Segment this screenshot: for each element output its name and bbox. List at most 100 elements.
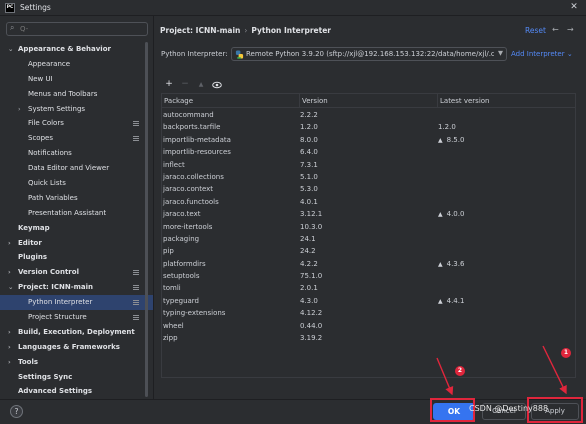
sidebar-item-languages-frameworks[interactable]: › Languages & Frameworks (0, 340, 153, 355)
sidebar-item-plugins[interactable]: Plugins (0, 250, 153, 265)
package-name-cell: inflect (163, 160, 185, 169)
table-row[interactable]: jaraco.context 5.3.0 (162, 183, 575, 195)
column-header-version[interactable]: Version (299, 94, 437, 108)
table-row[interactable]: typing-extensions 4.12.2 (162, 307, 575, 319)
sidebar-item-project-structure[interactable]: Project Structure (0, 310, 153, 325)
project-level-settings-icon (133, 121, 139, 127)
package-latest-version-cell: 1.2.0 (438, 121, 456, 133)
sidebar-item-keymap[interactable]: Keymap (0, 221, 153, 236)
sidebar-item-presentation-assistant[interactable]: Presentation Assistant (0, 206, 153, 221)
settings-search-box[interactable]: ⌕ (6, 22, 148, 36)
help-button[interactable]: ? (10, 405, 23, 418)
python-interpreter-select[interactable]: Remote Python 3.9.20 (sftp://xjl@192.168… (231, 47, 507, 61)
latest-version-text: 1.2.0 (438, 123, 456, 132)
sidebar-item-quick-lists[interactable]: Quick Lists (0, 176, 153, 191)
sidebar-scrollbar[interactable] (145, 42, 148, 397)
show-early-releases-eye-icon[interactable] (211, 79, 223, 91)
sidebar-item-project-icnn-main[interactable]: ⌄ Project: ICNN-main (0, 280, 153, 295)
sidebar-item-label: Appearance & Behavior (18, 45, 111, 53)
table-row[interactable]: setuptools 75.1.0 (162, 270, 575, 282)
uninstall-package-icon[interactable]: − (179, 79, 191, 91)
column-header-latest-version[interactable]: Latest version (437, 94, 575, 108)
package-version-cell: 24.1 (300, 234, 316, 243)
table-row[interactable]: typeguard 4.3.0 ▲ 4.4.1 (162, 295, 575, 307)
column-header-package[interactable]: Package (162, 94, 299, 108)
sidebar-item-menus-and-toolbars[interactable]: Menus and Toolbars (0, 87, 153, 102)
reset-link[interactable]: Reset (525, 26, 546, 35)
sidebar-item-label: New UI (28, 74, 53, 83)
table-row[interactable]: pip 24.2 (162, 245, 575, 257)
package-name-cell: autocommand (163, 111, 214, 119)
table-row[interactable]: platformdirs 4.2.2 ▲ 4.3.6 (162, 258, 575, 271)
sidebar-item-path-variables[interactable]: Path Variables (0, 191, 153, 206)
sidebar-item-label: System Settings (28, 104, 86, 113)
package-version-cell: 8.0.0 (300, 135, 318, 144)
table-row[interactable]: wheel 0.44.0 (162, 320, 575, 332)
upgrade-package-icon[interactable]: ▲ (195, 79, 207, 91)
table-row[interactable]: zipp 3.19.2 (162, 332, 575, 344)
table-row[interactable]: more-itertools 10.3.0 (162, 221, 575, 233)
sidebar-item-build-execution-deployment[interactable]: › Build, Execution, Deployment (0, 325, 153, 340)
chevron-right-icon[interactable]: › (8, 265, 11, 280)
chevron-down-icon[interactable]: ⌄ (8, 280, 13, 295)
close-icon[interactable]: ✕ (562, 0, 586, 16)
table-row[interactable]: importlib-resources 6.4.0 (162, 146, 575, 158)
chevron-down-icon[interactable]: ⌄ (8, 42, 13, 57)
sidebar-item-advanced-settings[interactable]: Advanced Settings (0, 384, 153, 399)
forward-arrow-icon[interactable]: → (567, 25, 574, 34)
settings-main-panel: Project: ICNN-main › Python Interpreter Re… (155, 16, 586, 399)
sidebar-item-label: Keymap (18, 223, 50, 232)
sidebar-item-label: Editor (18, 238, 42, 247)
upgrade-available-icon[interactable]: ▲ (438, 261, 443, 268)
chevron-right-icon[interactable]: › (8, 340, 11, 355)
sidebar-item-data-editor-and-viewer[interactable]: Data Editor and Viewer (0, 161, 153, 176)
table-row[interactable]: autocommand 2.2.2 (162, 109, 575, 121)
sidebar-item-notifications[interactable]: Notifications (0, 146, 153, 161)
sidebar-item-python-interpreter[interactable]: Python Interpreter (0, 295, 153, 311)
sidebar-item-file-colors[interactable]: File Colors (0, 116, 153, 131)
package-version-cell: 5.3.0 (300, 185, 318, 194)
chevron-right-icon[interactable]: › (8, 355, 11, 370)
package-version-cell: 2.2.2 (300, 111, 318, 119)
pycharm-app-icon: PC (5, 2, 15, 13)
python-interpreter-value: Remote Python 3.9.20 (sftp://xjl@192.168… (246, 50, 494, 58)
sidebar-item-appearance[interactable]: Appearance (0, 57, 153, 72)
sidebar-item-label: Plugins (18, 253, 48, 262)
sidebar-item-label: Build, Execution, Deployment (18, 327, 135, 336)
sidebar-item-label: Path Variables (28, 193, 78, 202)
table-row[interactable]: jaraco.collections 5.1.0 (162, 171, 575, 183)
sidebar-item-tools[interactable]: › Tools (0, 355, 153, 370)
table-row[interactable]: packaging 24.1 (162, 233, 575, 245)
upgrade-available-icon[interactable]: ▲ (438, 211, 443, 218)
table-row[interactable]: backports.tarfile 1.2.0 1.2.0 (162, 121, 575, 133)
chevron-right-icon[interactable]: › (8, 236, 11, 251)
upgrade-available-icon[interactable]: ▲ (438, 298, 443, 305)
breadcrumb-project[interactable]: Project: ICNN-main (160, 26, 240, 35)
table-row[interactable]: jaraco.text 3.12.1 ▲ 4.0.0 (162, 208, 575, 220)
install-package-icon[interactable]: + (163, 79, 175, 91)
package-version-cell: 1.2.0 (300, 123, 318, 132)
upgrade-available-icon[interactable]: ▲ (438, 137, 443, 144)
sidebar-item-version-control[interactable]: › Version Control (0, 265, 153, 280)
sidebar-item-appearance-behavior[interactable]: ⌄ Appearance & Behavior (0, 42, 153, 57)
breadcrumb: Project: ICNN-main › Python Interpreter (160, 26, 331, 35)
package-latest-version-cell: ▲ 4.3.6 (438, 258, 464, 271)
sidebar-item-new-ui[interactable]: New UI (0, 72, 153, 87)
window-title: Settings (20, 3, 51, 12)
add-interpreter-link[interactable]: Add Interpreter ⌄ (511, 50, 573, 58)
package-version-cell: 4.0.1 (300, 197, 318, 206)
package-latest-version-cell: ▲ 8.5.0 (438, 134, 464, 147)
sidebar-item-settings-sync[interactable]: Settings Sync (0, 370, 153, 385)
chevron-right-icon[interactable]: › (18, 102, 21, 117)
sidebar-item-scopes[interactable]: Scopes (0, 131, 153, 146)
chevron-right-icon[interactable]: › (8, 325, 11, 340)
sidebar-item-label: Project: ICNN-main (18, 283, 94, 292)
back-arrow-icon[interactable]: ← (552, 25, 559, 34)
settings-search-input[interactable] (20, 24, 145, 34)
table-row[interactable]: jaraco.functools 4.0.1 (162, 196, 575, 208)
sidebar-item-editor[interactable]: › Editor (0, 236, 153, 251)
table-row[interactable]: inflect 7.3.1 (162, 159, 575, 171)
table-row[interactable]: tomli 2.0.1 (162, 282, 575, 294)
table-row[interactable]: importlib-metadata 8.0.0 ▲ 8.5.0 (162, 134, 575, 147)
sidebar-item-system-settings[interactable]: › System Settings (0, 102, 153, 117)
